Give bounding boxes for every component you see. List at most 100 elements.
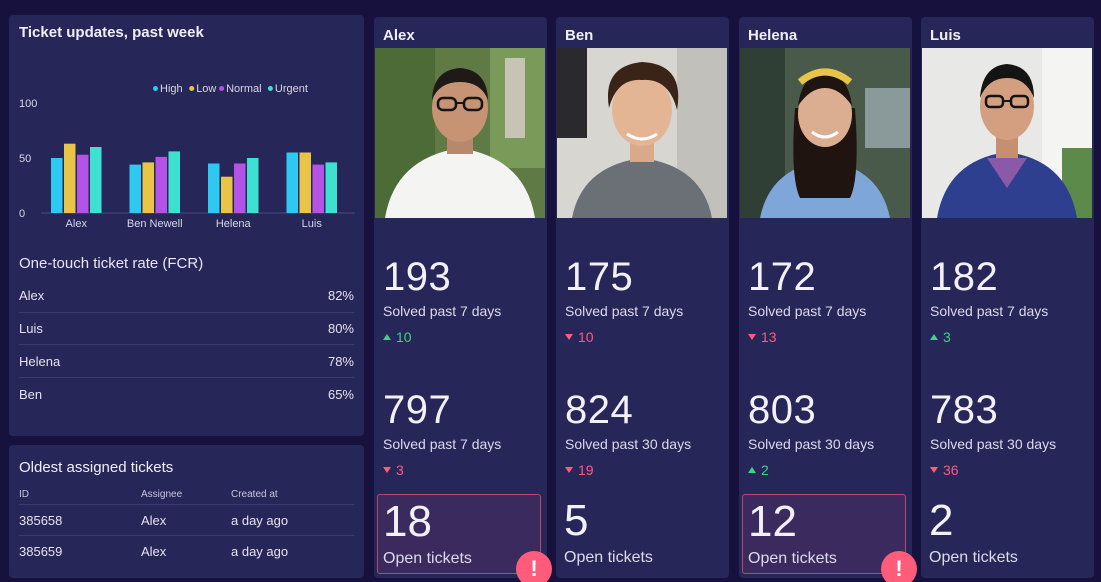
agent-card-ben: Ben 175 Solved past 7 days 10 824 Solved… — [556, 17, 729, 578]
bar-low — [64, 143, 76, 213]
metric-value: 783 — [930, 388, 999, 432]
metric-delta: 13 — [748, 329, 908, 345]
metric-label: Solved past 30 days — [930, 436, 1057, 452]
y-tick-label: 50 — [19, 153, 31, 165]
arrow-down-icon — [565, 467, 573, 473]
legend-label: Low — [196, 83, 216, 95]
legend-marker — [219, 86, 225, 91]
agent-photo-ben — [557, 48, 727, 218]
alert-icon: ! — [516, 551, 552, 582]
table-row[interactable]: 385658 Alex a day ago — [19, 505, 354, 536]
arrow-down-icon — [383, 467, 391, 473]
metric-delta: 10 — [565, 329, 725, 345]
arrow-up-icon — [748, 467, 756, 473]
arrow-down-icon — [930, 467, 938, 473]
x-tick-label: Luis — [302, 218, 323, 230]
arrow-down-icon — [748, 334, 756, 340]
x-tick-label: Helena — [216, 218, 252, 230]
bar-high — [286, 152, 298, 213]
metric-label: Solved past 7 days — [383, 436, 502, 452]
y-tick-label: 0 — [19, 208, 25, 220]
x-tick-label: Ben Newell — [127, 218, 183, 230]
metric-solved-7d: 182 Solved past 7 days 3 — [930, 257, 1090, 345]
metric-value: 797 — [383, 388, 452, 432]
legend-marker — [189, 86, 195, 91]
agent-name: Ben — [565, 27, 594, 44]
arrow-up-icon — [383, 334, 391, 340]
open-tickets-box[interactable]: 18 Open tickets ! — [377, 494, 552, 582]
metric-value: 803 — [748, 388, 817, 432]
fcr-value: 78% — [327, 353, 354, 369]
metric-label: Solved past 7 days — [748, 303, 867, 319]
oldest-tickets-title: Oldest assigned tickets — [19, 459, 174, 476]
metric-solved-30d: 824 Solved past 30 days 19 — [565, 390, 725, 478]
fcr-value: 80% — [327, 321, 354, 337]
metric-delta: 10 — [383, 329, 543, 345]
metric-value: 172 — [748, 255, 817, 299]
metric-label: Solved past 30 days — [748, 436, 875, 452]
fcr-row: Luis 80% — [19, 313, 354, 346]
fcr-value: 82% — [327, 288, 354, 304]
agent-photo-luis — [922, 48, 1092, 218]
fcr-agent-name: Luis — [19, 321, 43, 337]
metric-solved-7d: 175 Solved past 7 days 10 — [565, 257, 725, 345]
fcr-agent-name: Alex — [19, 288, 45, 304]
ticket-assignee: Alex — [141, 544, 167, 559]
metric-delta: 19 — [565, 462, 725, 478]
fcr-agent-name: Helena — [19, 353, 61, 369]
open-tickets-box[interactable]: 12 Open tickets ! — [742, 494, 917, 582]
agent-card-helena: Helena 172 Solved past 7 days 13 803 Sol… — [739, 17, 917, 582]
table-row[interactable]: 385659 Alex a day ago — [19, 536, 354, 567]
metric-label: Solved past 30 days — [565, 436, 692, 452]
legend-label: Urgent — [275, 83, 308, 95]
bar-low — [299, 152, 311, 213]
bar-high — [208, 163, 220, 213]
bar-urgent — [247, 158, 259, 213]
agent-name: Alex — [383, 27, 415, 44]
ticket-id: 385659 — [19, 544, 63, 559]
ticket-updates-panel: Ticket updates, past week 0 50 100 Alex Ben … — [9, 15, 364, 436]
legend-label: High — [160, 83, 183, 95]
open-tickets-label: Open tickets — [929, 549, 1018, 566]
arrow-up-icon — [930, 334, 938, 340]
metric-value: 182 — [930, 255, 999, 299]
fcr-row: Alex 82% — [19, 280, 354, 313]
y-tick-label: 100 — [19, 98, 37, 110]
open-tickets-box[interactable]: 5 Open tickets — [559, 494, 723, 574]
legend-label: Normal — [226, 83, 261, 95]
alert-icon: ! — [881, 551, 917, 582]
ticket-updates-chart: 0 50 100 Alex Ben Newell Helena Luis High Low Nor… — [19, 83, 355, 230]
fcr-agent-name: Ben — [19, 386, 43, 402]
agent-card-luis: Luis 182 Solved past 7 days 3 783 Solved… — [921, 17, 1094, 578]
header-created: Created at — [231, 489, 278, 500]
metric-label: Solved past 7 days — [383, 303, 502, 319]
agent-photo-helena — [740, 48, 910, 218]
agent-card-alex: Alex 193 Solved past 7 days 10 797 Solve… — [374, 17, 552, 582]
ticket-created: a day ago — [231, 544, 289, 559]
metric-label: Solved past 7 days — [930, 303, 1049, 319]
oldest-tickets-panel: Oldest assigned tickets ID Assignee Crea… — [9, 445, 364, 578]
open-tickets-value: 5 — [564, 496, 589, 545]
metric-delta: 3 — [383, 462, 543, 478]
metric-solved-secondary: 797 Solved past 7 days 3 — [383, 390, 543, 478]
agent-name: Luis — [930, 27, 961, 44]
fcr-row: Ben 65% — [19, 378, 354, 411]
metric-value: 193 — [383, 255, 452, 299]
bar-normal — [312, 164, 324, 213]
table-header: ID Assignee Created at — [19, 485, 354, 505]
fcr-row: Helena 78% — [19, 345, 354, 379]
agent-photo-alex — [375, 48, 545, 218]
open-tickets-box[interactable]: 2 Open tickets — [924, 494, 1088, 574]
ticket-assignee: Alex — [141, 512, 167, 528]
bar-normal — [155, 156, 167, 213]
ticket-created: a day ago — [231, 512, 289, 528]
bar-urgent — [325, 162, 337, 213]
metric-solved-7d: 172 Solved past 7 days 13 — [748, 257, 908, 345]
ticket-id: 385658 — [19, 512, 63, 528]
open-tickets-label: Open tickets — [383, 550, 472, 567]
bar-low — [221, 176, 233, 213]
metric-label: Solved past 7 days — [565, 303, 684, 319]
metric-value: 824 — [565, 388, 634, 432]
bar-urgent — [90, 147, 102, 213]
bar-high — [129, 164, 141, 213]
